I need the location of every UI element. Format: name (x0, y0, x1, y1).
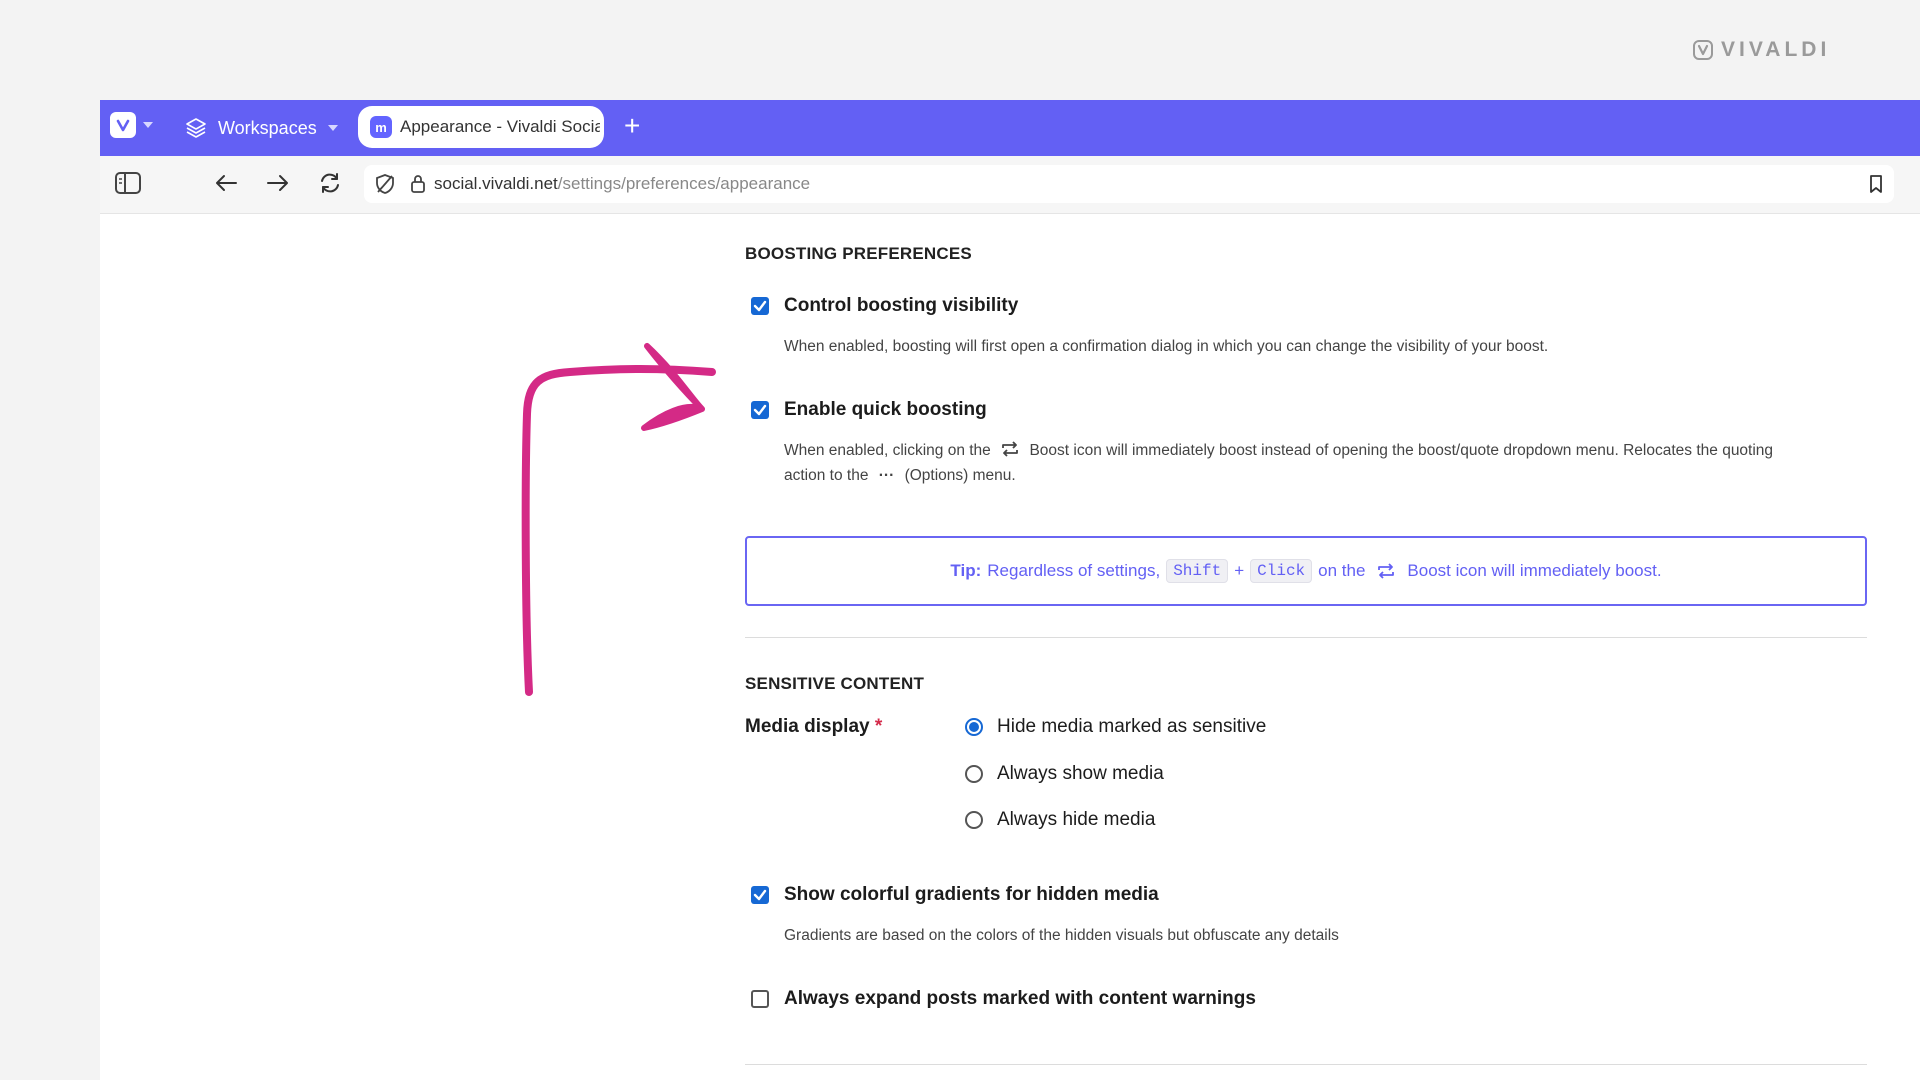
checkmark-icon (753, 404, 767, 416)
bookmark-icon[interactable] (1868, 174, 1884, 194)
panel-toggle-icon[interactable] (114, 170, 142, 196)
page-content: BOOSTING PREFERENCES Control boosting vi… (100, 214, 1920, 1080)
lock-icon[interactable] (410, 174, 426, 194)
mastodon-favicon-icon: m (370, 116, 392, 138)
kbd-click: Click (1250, 559, 1313, 583)
tab-appearance[interactable]: m Appearance - Vivaldi Social (358, 106, 604, 148)
colorful-gradients-desc: Gradients are based on the colors of the… (784, 927, 1339, 944)
media-display-text: Media display (745, 716, 870, 737)
radio-always-show[interactable]: Always show media (965, 763, 1164, 785)
back-arrow-icon[interactable] (212, 170, 240, 196)
url-host: social.vivaldi.net (434, 174, 558, 193)
radio-button[interactable] (965, 718, 983, 736)
brand-wordmark: VIVALDI (1721, 38, 1831, 61)
vivaldi-menu-button[interactable] (110, 112, 154, 138)
tab-title: Appearance - Vivaldi Social (400, 117, 600, 136)
radio-hide-sensitive[interactable]: Hide media marked as sensitive (965, 716, 1266, 738)
forward-arrow-icon[interactable] (264, 170, 292, 196)
workspaces-stack-icon (186, 118, 206, 138)
browser-window: Workspaces m Appearance - Vivaldi Social… (100, 100, 1920, 1080)
boosting-heading: BOOSTING PREFERENCES (745, 244, 972, 263)
chevron-down-icon (143, 122, 153, 128)
tip-text: Boost icon will immediately boost. (1407, 561, 1662, 580)
workspaces-button[interactable]: Workspaces (184, 112, 339, 144)
sensitive-heading: SENSITIVE CONTENT (745, 674, 925, 693)
radio-label: Always hide media (997, 809, 1156, 830)
boost-icon (1378, 563, 1395, 579)
vivaldi-v-icon (110, 112, 136, 138)
workspaces-label: Workspaces (218, 117, 317, 138)
vivaldi-brand: VIVALDI (1693, 38, 1830, 62)
checkmark-icon (753, 889, 767, 901)
address-toolbar: social.vivaldi.net/settings/preferences/… (100, 156, 1920, 214)
enable-quick-boosting-checkbox[interactable] (751, 401, 769, 419)
desc-text: (Options) menu. (904, 467, 1016, 484)
expand-content-warnings-label[interactable]: Always expand posts marked with content … (784, 988, 1256, 1010)
reload-icon[interactable] (316, 170, 344, 196)
radio-button[interactable] (965, 765, 983, 783)
expand-content-warnings-checkbox[interactable] (751, 990, 769, 1008)
new-tab-button[interactable]: + (624, 110, 640, 142)
tip-plus: + (1234, 561, 1245, 580)
enable-quick-boosting-desc: When enabled, clicking on the Boost icon… (784, 438, 1874, 488)
tip-prefix: Tip: (950, 561, 982, 580)
tip-text: Regardless of settings, (987, 561, 1161, 580)
radio-label: Always show media (997, 763, 1164, 784)
url-path: /settings/preferences/appearance (557, 174, 811, 193)
tab-bar: Workspaces m Appearance - Vivaldi Social… (100, 100, 1920, 156)
radio-label: Hide media marked as sensitive (997, 716, 1267, 737)
desc-text: When enabled, clicking on the (784, 442, 991, 459)
colorful-gradients-label[interactable]: Show colorful gradients for hidden media (784, 884, 1159, 906)
section-divider (745, 637, 1867, 638)
radio-always-hide[interactable]: Always hide media (965, 809, 1155, 831)
checkmark-icon (753, 300, 767, 312)
tracker-blocker-shield-icon[interactable] (374, 173, 396, 195)
desc-text: action to the (784, 467, 869, 484)
control-boosting-visibility-checkbox[interactable] (751, 297, 769, 315)
section-divider (745, 1064, 1867, 1065)
annotation-arrow (521, 343, 716, 696)
media-display-label: Media display * (745, 716, 882, 738)
tip-text: on the (1318, 561, 1366, 580)
chevron-down-icon (327, 125, 338, 131)
kbd-shift: Shift (1166, 559, 1229, 583)
colorful-gradients-checkbox[interactable] (751, 886, 769, 904)
control-boosting-visibility-label[interactable]: Control boosting visibility (784, 295, 1018, 317)
boost-icon (1002, 441, 1019, 457)
vivaldi-logo-icon (1693, 40, 1713, 60)
tip-box: Tip: Regardless of settings, Shift + Cli… (745, 536, 1867, 606)
required-mark: * (874, 716, 883, 737)
enable-quick-boosting-label[interactable]: Enable quick boosting (784, 399, 987, 421)
radio-button[interactable] (965, 811, 983, 829)
url-text: social.vivaldi.net/settings/preferences/… (434, 174, 810, 194)
url-field[interactable]: social.vivaldi.net/settings/preferences/… (364, 165, 1894, 203)
desc-text: Boost icon will immediately boost instea… (1029, 442, 1774, 459)
options-ellipsis-icon: ··· (878, 467, 895, 484)
control-boosting-visibility-desc: When enabled, boosting will first open a… (784, 338, 1549, 355)
